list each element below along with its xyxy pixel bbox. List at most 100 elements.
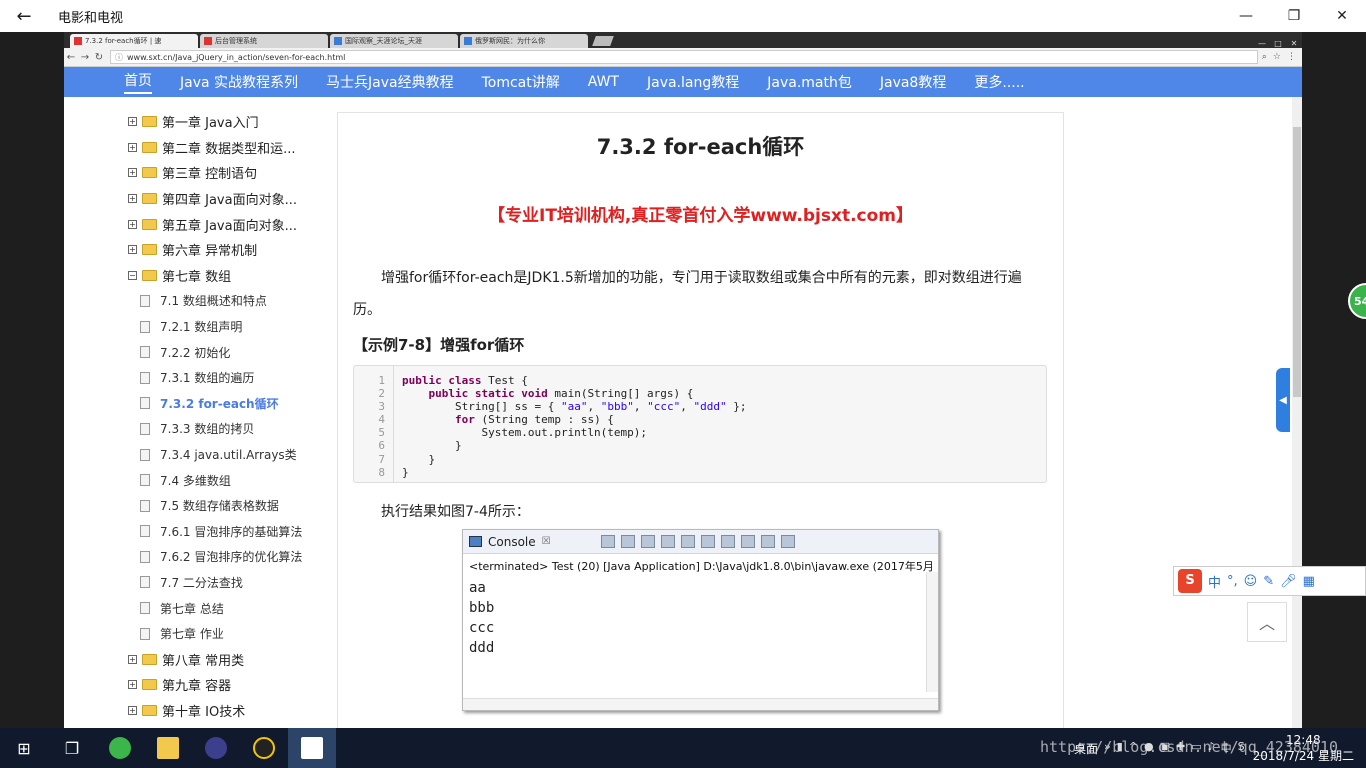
bookmark-star-icon[interactable]: ☆: [1273, 52, 1281, 62]
nav-awt[interactable]: AWT: [588, 74, 619, 90]
minimize-button[interactable]: —: [1222, 0, 1270, 32]
start-button[interactable]: ⊞: [0, 728, 48, 768]
document-icon: [140, 346, 150, 359]
nav-java-practice[interactable]: Java 实战教程系列: [180, 72, 298, 92]
emoji-icon[interactable]: ☺: [1244, 574, 1258, 589]
eclipse-icon: [205, 737, 227, 759]
zoom-icon[interactable]: ⌕: [1262, 52, 1267, 62]
nav-more[interactable]: 更多.....: [974, 72, 1024, 92]
address-bar-icons: ⌕ ☆ ⋮: [1262, 52, 1302, 62]
back-button[interactable]: ←: [0, 6, 48, 27]
forward-arrow-icon[interactable]: →: [78, 52, 92, 63]
close-icon[interactable]: ✕: [1286, 39, 1302, 48]
browser-tab[interactable]: 后台管理系统: [200, 34, 328, 48]
promo-link[interactable]: 【专业IT培训机构,真正零首付入学www.bjsxt.com】: [338, 201, 1063, 226]
nav-java8[interactable]: Java8教程: [880, 72, 946, 92]
browser-tab[interactable]: 俄罗斯网民：为什么你: [460, 34, 588, 48]
taskbar-app-eclipse[interactable]: [192, 728, 240, 768]
tree-chapter-open[interactable]: − 第七章 数组: [128, 263, 328, 289]
punctuation-icon[interactable]: °,: [1227, 574, 1238, 589]
document-icon: [140, 294, 150, 307]
tree-section[interactable]: 7.3.4 java.util.Arrays类: [128, 442, 328, 468]
new-tab-button[interactable]: [592, 36, 614, 46]
tree-section[interactable]: 7.2.2 初始化: [128, 339, 328, 365]
menu-icon[interactable]: ⋮: [1287, 52, 1296, 62]
tree-section[interactable]: 7.5 数组存储表格数据: [128, 493, 328, 519]
folder-icon: [157, 737, 179, 759]
tree-section[interactable]: 7.6.1 冒泡排序的基础算法: [128, 519, 328, 545]
tree-section[interactable]: 7.6.2 冒泡排序的优化算法: [128, 544, 328, 570]
page-body: + 第一章 Java入门 + 第二章 数据类型和运... + 第三章 控制语句 + 第四…: [64, 97, 1302, 728]
tree-section[interactable]: 7.3.3 数组的拷贝: [128, 416, 328, 442]
nav-java-lang[interactable]: Java.lang教程: [647, 72, 739, 92]
windows-logo-icon: ⊞: [17, 738, 31, 758]
document-icon: [140, 602, 150, 615]
expand-icon[interactable]: +: [128, 194, 137, 204]
ime-mode[interactable]: 中: [1208, 572, 1221, 591]
browser-tab[interactable]: 7.3.2 for-each循环 | 速: [70, 34, 198, 48]
expand-icon[interactable]: +: [128, 117, 137, 127]
clapperboard-icon: [301, 737, 323, 759]
line-numbers: 12345678: [354, 366, 394, 482]
microphone-icon[interactable]: 🎤︎: [1280, 574, 1297, 589]
tree-chapter[interactable]: + 第九章 容器: [128, 672, 328, 698]
tree-section-current[interactable]: 7.3.2 for-each循环: [128, 391, 328, 417]
expand-icon[interactable]: +: [128, 219, 137, 229]
back-to-top-button[interactable]: ︿: [1247, 602, 1287, 642]
folder-icon: [142, 167, 157, 179]
task-view-icon: ❐: [64, 738, 80, 758]
expand-icon[interactable]: +: [128, 680, 137, 690]
document-icon: [140, 525, 150, 538]
grid-icon[interactable]: ▦: [1303, 574, 1315, 589]
open-console-icon: [780, 535, 795, 548]
tree-section[interactable]: 7.7 二分法查找: [128, 570, 328, 596]
taskbar-app-qq[interactable]: [240, 728, 288, 768]
taskbar-app-movies[interactable]: [288, 728, 336, 768]
taskbar-app-360[interactable]: [96, 728, 144, 768]
tree-section[interactable]: 第七章 总结: [128, 595, 328, 621]
player-title-bar: ← 电影和电视 — ❐ ✕: [0, 0, 1366, 32]
nav-mashibing[interactable]: 马士兵Java经典教程: [326, 72, 454, 92]
document-icon: [140, 499, 150, 512]
nav-java-math[interactable]: Java.math包: [767, 72, 852, 92]
side-panel-toggle[interactable]: ◀: [1276, 368, 1290, 432]
tree-chapter[interactable]: + 第五章 Java面向对象...: [128, 211, 328, 237]
expand-icon[interactable]: +: [128, 705, 137, 715]
tree-section[interactable]: 第七章 作业: [128, 621, 328, 647]
restore-button[interactable]: ❐: [1270, 0, 1318, 32]
expand-icon[interactable]: +: [128, 168, 137, 178]
tree-section[interactable]: 7.4 多维数组: [128, 467, 328, 493]
expand-icon[interactable]: +: [128, 245, 137, 255]
minimize-icon[interactable]: —: [1254, 39, 1270, 48]
expand-icon[interactable]: +: [128, 142, 137, 152]
chapter-tree: + 第一章 Java入门 + 第二章 数据类型和运... + 第三章 控制语句 + 第四…: [128, 109, 328, 723]
tree-chapter[interactable]: + 第二章 数据类型和运...: [128, 135, 328, 161]
back-arrow-icon[interactable]: ←: [64, 52, 78, 63]
tree-chapter[interactable]: + 第一章 Java入门: [128, 109, 328, 135]
expand-icon[interactable]: +: [128, 654, 137, 664]
tree-section[interactable]: 7.2.1 数组声明: [128, 314, 328, 340]
maximize-icon[interactable]: □: [1270, 39, 1286, 48]
tree-section[interactable]: 7.3.1 数组的遍历: [128, 365, 328, 391]
url-input[interactable]: ⓘ www.sxt.cn/Java_jQuery_in_action/seven…: [110, 50, 1258, 64]
collapse-icon[interactable]: −: [128, 270, 137, 280]
site-favicon-icon: [334, 37, 342, 45]
tree-chapter[interactable]: + 第十章 IO技术: [128, 698, 328, 724]
page-scrollbar[interactable]: [1292, 97, 1302, 728]
nav-home[interactable]: 首页: [124, 70, 152, 94]
tree-section[interactable]: 7.1 数组概述和特点: [128, 288, 328, 314]
tree-chapter[interactable]: + 第四章 Java面向对象...: [128, 186, 328, 212]
reload-icon[interactable]: ↻: [92, 52, 106, 63]
nav-tomcat[interactable]: Tomcat讲解: [482, 72, 560, 92]
tree-chapter[interactable]: + 第六章 异常机制: [128, 237, 328, 263]
task-view-button[interactable]: ❐: [48, 728, 96, 768]
tree-chapter[interactable]: + 第三章 控制语句: [128, 160, 328, 186]
scrollbar-thumb[interactable]: [1293, 127, 1301, 397]
browser-360-icon: [109, 737, 131, 759]
pen-icon[interactable]: ✎: [1263, 574, 1274, 589]
close-button[interactable]: ✕: [1318, 0, 1366, 32]
tree-chapter[interactable]: + 第八章 常用类: [128, 646, 328, 672]
taskbar-app-explorer[interactable]: [144, 728, 192, 768]
info-icon: ⓘ: [115, 52, 123, 62]
browser-tab[interactable]: 国际观察_天涯论坛_天涯: [330, 34, 458, 48]
